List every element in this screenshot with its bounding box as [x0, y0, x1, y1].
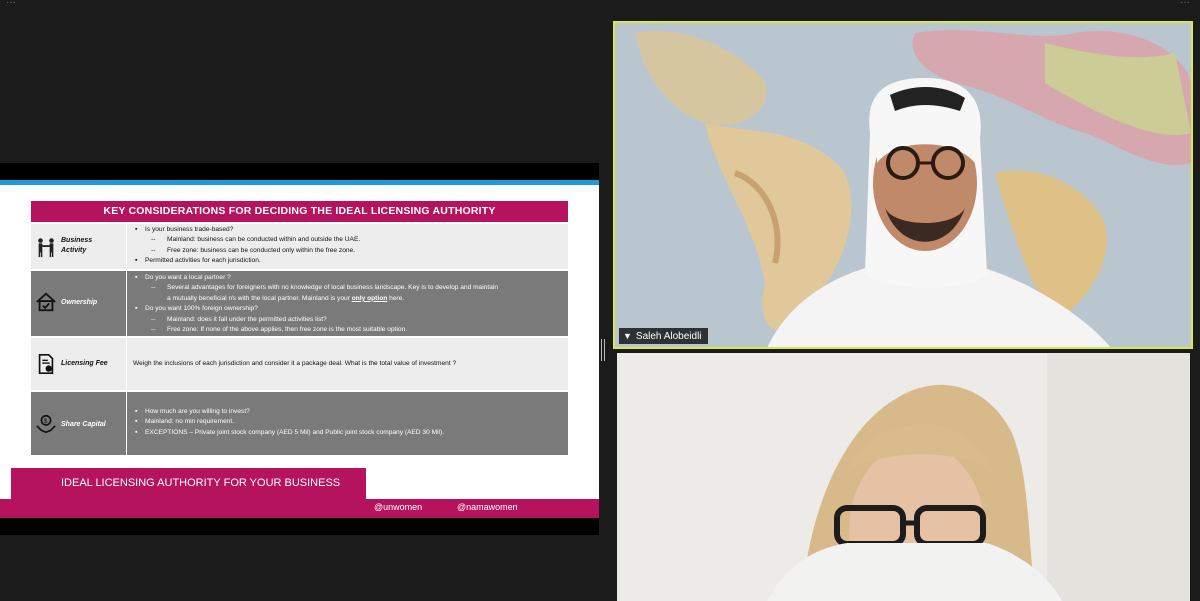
row-content: Weigh the inclusions of each jurisdictio… — [127, 338, 568, 390]
social-handle-namawomen: @namawomen — [457, 502, 518, 512]
social-handle-unwomen: @unwomen — [374, 502, 423, 512]
house-check-icon — [36, 292, 56, 312]
video-tile-participant[interactable] — [617, 353, 1190, 601]
row-content: Do you want a local partner ? --Several … — [127, 271, 568, 336]
row-licensing-fee: Licensing Fee Weigh the inclusions of ea… — [31, 338, 568, 390]
top-more-dots-left[interactable]: ··· — [6, 0, 18, 8]
document-fee-icon — [38, 354, 54, 374]
participant-video-feed-2 — [617, 353, 1190, 601]
row-label-cell: Licensing Fee — [31, 338, 127, 390]
sub-bullet: -- Free zone: If none of the above applie… — [151, 326, 408, 334]
bullet: Is your business trade-based? — [135, 225, 562, 236]
microphone-icon: ▼ — [623, 331, 632, 341]
bullet: How much are you willing to invest? — [135, 407, 562, 418]
sub-bullet: -- Mainland: does it fall under the permi… — [151, 315, 327, 323]
row-business-activity: Business Activity Is your business trade… — [31, 224, 568, 269]
row-label-cell: Business Activity — [31, 224, 127, 269]
participant-name-tag: ▼ Saleh Alobeidli — [619, 328, 708, 344]
slide-top-accent-bar — [0, 180, 599, 185]
row-label: Ownership — [61, 299, 98, 306]
top-more-dots-right[interactable]: ··· — [1180, 0, 1192, 8]
slide-footer-strip: @unwomen @namawomen — [0, 499, 599, 518]
presentation-slide: ▲ KEY CONSIDERATIONS FOR DECIDING THE ID… — [0, 180, 599, 518]
bullet: Permitted activities for each jurisdicti… — [135, 256, 562, 267]
screen-share-panel: ▲ KEY CONSIDERATIONS FOR DECIDING THE ID… — [0, 163, 599, 535]
row-label-cell: $ Share Capital — [31, 392, 127, 455]
row-content: Is your business trade-based? --Mainland… — [127, 224, 568, 269]
sub-bullet: -- Mainland: business can be conducted wi… — [151, 236, 361, 244]
bullet: Do you want 100% foreign ownership? — [135, 304, 562, 315]
row-content: How much are you willing to invest? Main… — [127, 392, 568, 455]
sub-bullet-continuation: a mutually beneficial r/s with the local… — [167, 294, 405, 302]
row-label: Licensing Fee — [61, 360, 108, 367]
participant-video-feed — [615, 23, 1191, 347]
video-tile-active-speaker[interactable]: ▼ Saleh Alobeidli — [613, 21, 1193, 349]
row-label: Business Activity — [61, 237, 93, 254]
panel-resize-handle[interactable] — [601, 339, 607, 361]
row-label: Share Capital — [61, 421, 106, 428]
sub-bullet: -- Free zone: business can be conducted o… — [151, 246, 356, 254]
slide-bottom-title: IDEAL LICENSING AUTHORITY FOR YOUR BUSIN… — [11, 468, 366, 499]
handshake-icon — [38, 238, 54, 258]
bullet: EXCEPTIONS – Private joint stock company… — [135, 428, 562, 439]
bullet: Do you want a local partner ? — [135, 273, 562, 284]
row-text: Weigh the inclusions of each jurisdictio… — [133, 360, 457, 367]
bullet: Mainland: no min requirement. — [135, 417, 562, 428]
money-hands-icon: $ — [36, 414, 56, 434]
row-ownership: Ownership Do you want a local partner ? … — [31, 271, 568, 336]
slide-title: KEY CONSIDERATIONS FOR DECIDING THE IDEA… — [31, 201, 568, 222]
sub-bullet: -- Several advantages for foreigners with… — [151, 284, 498, 292]
row-share-capital: $ Share Capital How much are you willing… — [31, 392, 568, 455]
row-label-cell: Ownership — [31, 271, 127, 336]
svg-text:$: $ — [44, 418, 48, 425]
